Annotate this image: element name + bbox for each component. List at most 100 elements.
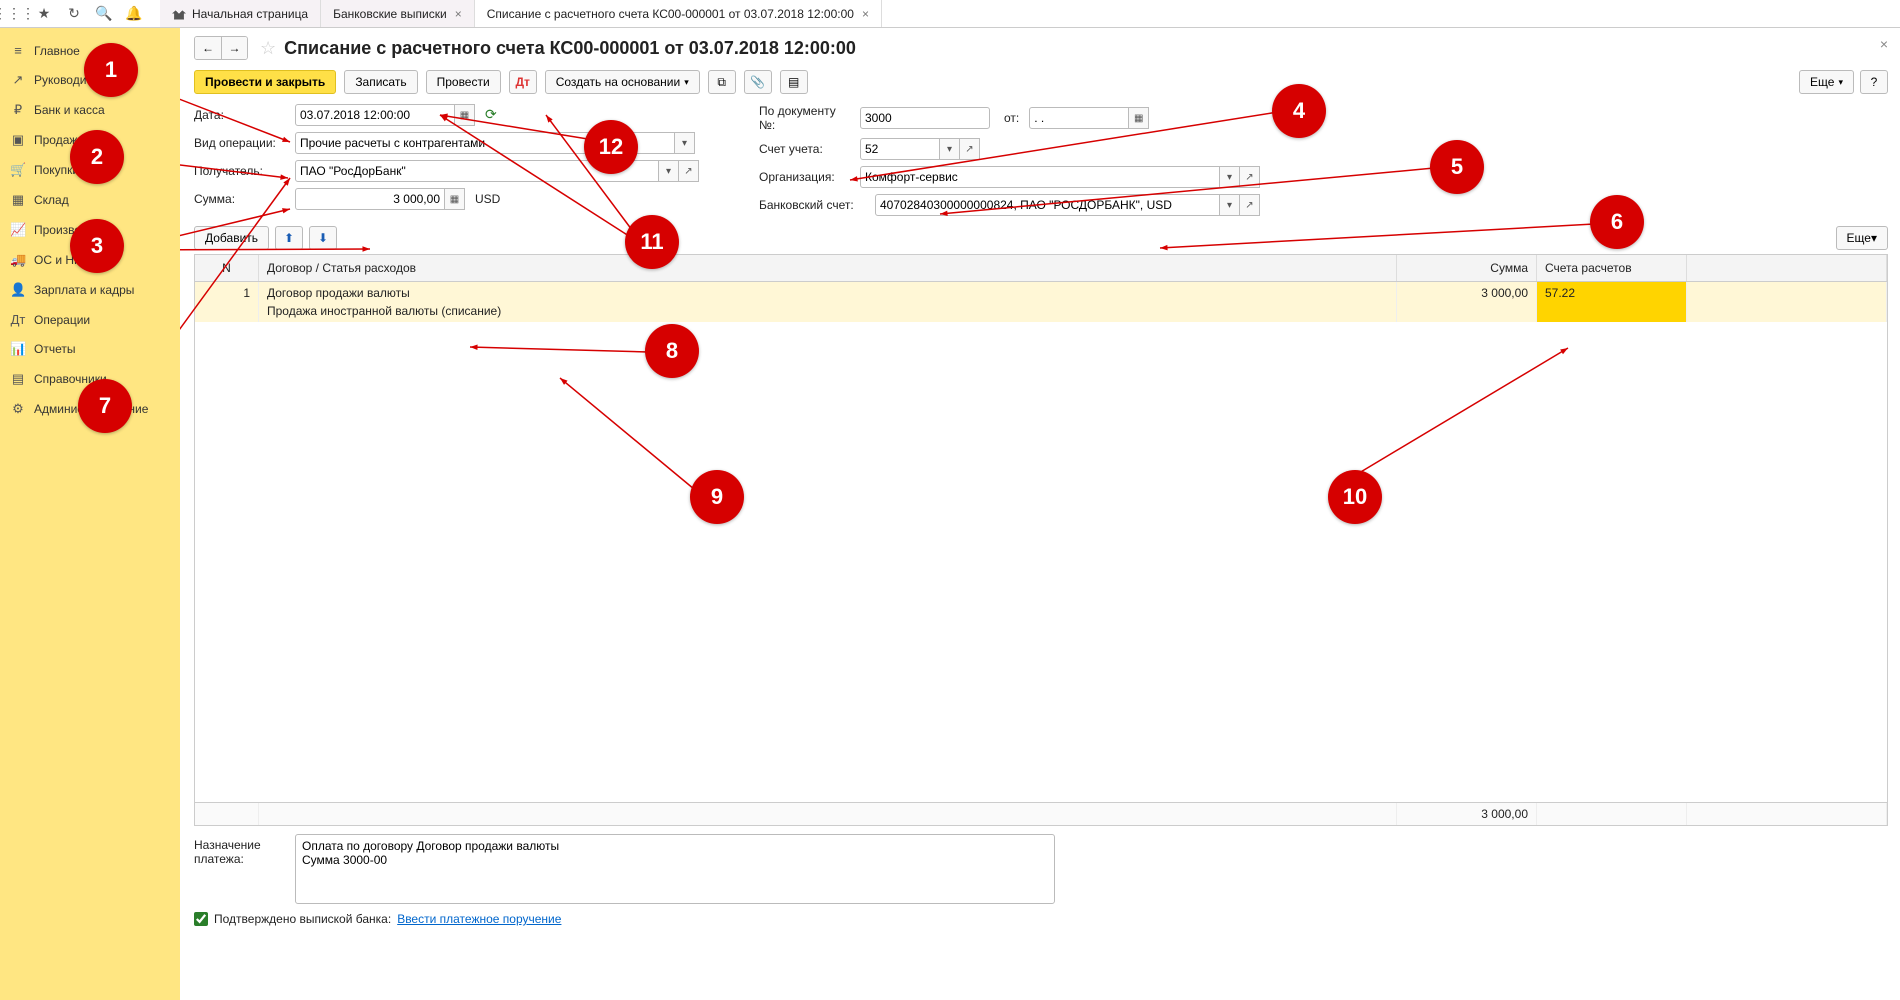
tab-home-label: Начальная страница (192, 7, 308, 21)
open-icon[interactable]: ↗ (960, 138, 980, 160)
add-row-button[interactable]: Добавить (194, 226, 269, 250)
open-icon[interactable]: ↗ (1240, 194, 1260, 216)
move-up-button[interactable]: ⬆ (275, 226, 303, 250)
nav-icon: 📊 (10, 341, 26, 357)
acct-input[interactable] (860, 138, 940, 160)
nav-label: Зарплата и кадры (34, 283, 134, 297)
col-n: N (195, 255, 259, 281)
bankacct-input[interactable] (875, 194, 1220, 216)
table-more-button[interactable]: Еще▾ (1836, 226, 1888, 250)
nav-item[interactable]: 👤Зарплата и кадры (0, 275, 180, 305)
tab-bank[interactable]: Банковские выписки× (321, 0, 475, 27)
dtkt-button[interactable]: Дт (509, 70, 537, 94)
enter-order-link[interactable]: Ввести платежное поручение (397, 912, 561, 926)
col-end (1687, 255, 1887, 281)
org-input[interactable] (860, 166, 1220, 188)
back-button[interactable]: ← (195, 37, 221, 59)
help-button[interactable]: ? (1860, 70, 1888, 94)
star-icon[interactable]: ★ (36, 6, 52, 22)
nav-icon: Дт (10, 312, 26, 327)
tab-doc-label: Списание с расчетного счета КС00-000001 … (487, 7, 854, 21)
chevron-down-icon[interactable]: ▾ (940, 138, 960, 160)
chevron-down-icon[interactable]: ▾ (675, 132, 695, 154)
nav-item[interactable]: Дт Операции (0, 305, 180, 334)
purpose-textarea[interactable] (295, 834, 1055, 904)
create-based-button[interactable]: Создать на основании▾ (545, 70, 700, 94)
nav-item[interactable]: ₽Банк и касса (0, 95, 180, 125)
post-button[interactable]: Провести (426, 70, 501, 94)
callout-7: 7 (78, 379, 132, 433)
callout-12: 12 (584, 120, 638, 174)
apps-icon[interactable]: ⋮⋮⋮ (6, 6, 22, 22)
cell-n: 1 (195, 282, 259, 322)
sum-label: Сумма: (194, 192, 289, 206)
callout-3: 3 (70, 219, 124, 273)
search-icon[interactable]: 🔍 (96, 6, 112, 22)
calendar-icon[interactable]: ▦ (1129, 107, 1149, 129)
favorite-icon[interactable]: ☆ (260, 38, 276, 59)
callout-6: 6 (1590, 195, 1644, 249)
close-window-icon[interactable]: × (1880, 36, 1888, 52)
currency-label: USD (475, 192, 500, 206)
cell-expense: Продажа иностранной валюты (списание) (267, 300, 1388, 318)
history-icon[interactable]: ↻ (66, 6, 82, 22)
nav-label: Главное (34, 44, 80, 58)
nav-item[interactable]: 📊 Отчеты (0, 334, 180, 364)
date-input[interactable] (295, 104, 455, 126)
nav-icon: ▣ (10, 132, 26, 148)
nav-label: Операции (34, 313, 90, 327)
nav-icon: ↗ (10, 72, 26, 88)
foot-sum: 3 000,00 (1397, 803, 1537, 825)
cell-sum: 3 000,00 (1397, 282, 1537, 322)
tabs: Начальная страница Банковские выписки× С… (160, 0, 882, 27)
col-sum: Сумма (1397, 255, 1537, 281)
structure-button[interactable]: ⧉ (708, 70, 736, 94)
cell-acc: 57.22 (1537, 282, 1687, 322)
open-icon[interactable]: ↗ (1240, 166, 1260, 188)
write-button[interactable]: Записать (344, 70, 417, 94)
callout-8: 8 (645, 324, 699, 378)
callout-2: 2 (70, 130, 124, 184)
page-title: Списание с расчетного счета КС00-000001 … (284, 38, 856, 59)
title-bar: ← → ☆ Списание с расчетного счета КС00-0… (194, 36, 1888, 60)
col-desc: Договор / Статья расходов (259, 255, 1397, 281)
confirmed-checkbox[interactable] (194, 912, 208, 926)
callout-5: 5 (1430, 140, 1484, 194)
forward-button[interactable]: → (221, 37, 247, 59)
move-down-button[interactable]: ⬇ (309, 226, 337, 250)
nav-icon: 📈 (10, 222, 26, 238)
cell-end (1687, 282, 1887, 322)
list-button[interactable]: ▤ (780, 70, 808, 94)
nav-label: Отчеты (34, 342, 75, 356)
nav-item[interactable]: ▦Склад (0, 185, 180, 215)
open-icon[interactable]: ↗ (679, 160, 699, 182)
tab-home[interactable]: Начальная страница (160, 0, 321, 27)
close-icon[interactable]: × (455, 7, 462, 21)
more-button[interactable]: Еще▾ (1799, 70, 1854, 94)
post-and-close-button[interactable]: Провести и закрыть (194, 70, 336, 94)
form-grid: Дата: ▦ ⟳ Вид операции: ▾ Получатель: ▾↗… (194, 104, 1888, 216)
nav-label: Склад (34, 193, 69, 207)
sum-input[interactable] (295, 188, 445, 210)
calendar-icon[interactable]: ▦ (455, 104, 475, 126)
org-label: Организация: (759, 170, 854, 184)
col-acc: Счета расчетов (1537, 255, 1687, 281)
optype-label: Вид операции: (194, 136, 289, 150)
chevron-down-icon[interactable]: ▾ (659, 160, 679, 182)
callout-9: 9 (690, 470, 744, 524)
bell-icon[interactable]: 🔔 (126, 6, 142, 22)
docnum-input[interactable] (860, 107, 990, 129)
cell-contract: Договор продажи валюты (267, 286, 410, 300)
chevron-down-icon[interactable]: ▾ (1220, 166, 1240, 188)
refresh-icon[interactable]: ⟳ (485, 106, 503, 124)
attach-button[interactable]: 📎 (744, 70, 772, 94)
calc-icon[interactable]: ▦ (445, 188, 465, 210)
bankacct-label: Банковский счет: (759, 198, 869, 212)
close-icon[interactable]: × (862, 7, 869, 21)
table-more-label: Еще (1847, 231, 1871, 245)
system-bar: ⋮⋮⋮ ★ ↻ 🔍 🔔 Начальная страница Банковски… (0, 0, 1900, 28)
tab-doc[interactable]: Списание с расчетного счета КС00-000001 … (475, 0, 882, 27)
chevron-down-icon[interactable]: ▾ (1220, 194, 1240, 216)
docfrom-input[interactable] (1029, 107, 1129, 129)
table-row[interactable]: 1 Договор продажи валюты Продажа иностра… (195, 282, 1887, 322)
